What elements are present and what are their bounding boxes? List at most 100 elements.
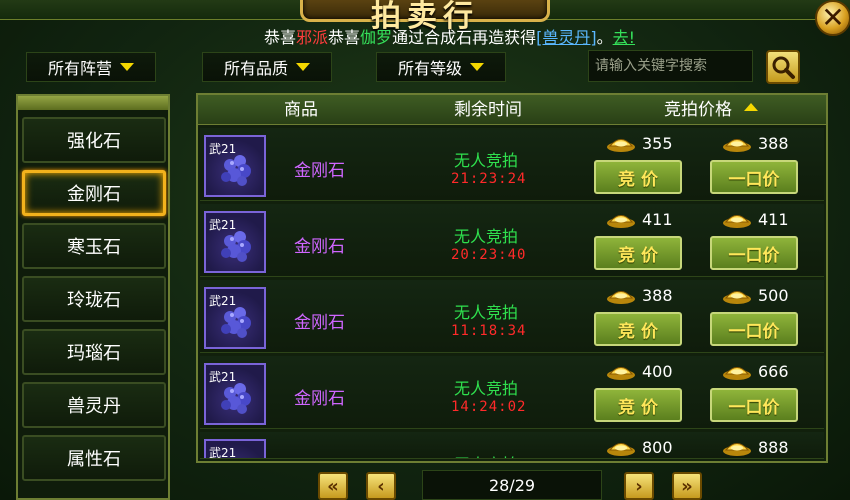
title-plaque: 拍卖行 [300,0,550,34]
bid-button[interactable]: 竞 价 [594,236,682,270]
marquee-item-link[interactable]: [兽灵丹] [536,28,597,47]
bid-status: 无人竞拍 [454,227,519,246]
buyout-button-label: 一口价 [728,397,780,418]
buyout-price: 666 [758,362,789,381]
table-row[interactable]: 武21 金刚石 无人竞拍 14:24:02 400 666 竞 价 一口价 [200,356,824,429]
bid-button[interactable]: 竞 价 [594,312,682,346]
remaining-time: 11:18:34 [451,323,527,339]
gem-icon [221,307,251,338]
last-page-icon: » [681,475,693,497]
last-page-button[interactable]: » [672,472,702,500]
gold-ingot-icon [723,291,751,304]
gold-ingot-icon [723,139,751,152]
marquee-text: 恭喜 [264,28,297,47]
faction-dropdown[interactable]: 所有阵营 [26,52,156,82]
page-indicator: 28/29 [422,470,602,500]
gold-ingot-icon [723,443,751,456]
sidebar-item-label: 寒玉石 [67,237,121,258]
sidebar-item-shuxingshi[interactable]: 属性石 [22,435,166,481]
sidebar-item-label: 兽灵丹 [67,396,121,417]
item-icon[interactable]: 武21 [204,287,266,349]
buyout-price-ingot [722,211,752,233]
gold-ingot-icon [607,443,635,456]
item-icon[interactable]: 武21 [204,363,266,425]
sidebar-item-linglongshi[interactable]: 玲珑石 [22,276,166,322]
next-page-icon: › [635,475,643,497]
table-row[interactable]: 武21 金刚石 无人竞拍 20:23:40 411 411 竞 价 一口价 [200,204,824,277]
bid-status: 无人竞拍 [454,379,519,398]
faction-dropdown-label: 所有阵营 [47,59,112,78]
item-icon[interactable]: 武21 [204,439,266,458]
sidebar-item-jingangshi[interactable]: 金刚石 [22,170,166,216]
bid-price: 355 [642,134,673,153]
gold-ingot-icon [607,367,635,380]
sidebar-item-manaoshi[interactable]: 玛瑙石 [22,329,166,375]
buyout-price: 888 [758,438,789,457]
item-icon[interactable]: 武21 [204,135,266,197]
item-name: 金刚石 [294,161,345,181]
quality-dropdown-label: 所有品质 [223,59,288,78]
search-button[interactable] [766,50,800,84]
buyout-button[interactable]: 一口价 [710,236,798,270]
buyout-button-label: 一口价 [728,245,780,266]
item-icon[interactable]: 武21 [204,211,266,273]
table-row[interactable]: 武21 金刚石 无人竞拍 11:18:34 388 500 竞 价 一口价 [200,280,824,353]
bid-button[interactable]: 竞 价 [594,160,682,194]
search-input[interactable] [588,50,753,82]
bid-price: 800 [642,438,673,457]
bid-price: 388 [642,286,673,305]
table-row[interactable]: 武21 金刚石 无人竞拍 800 888 竞 价 一口价 [200,432,824,459]
buyout-button[interactable]: 一口价 [710,388,798,422]
marquee-text: 。 [596,28,613,47]
announcement-marquee: 恭喜邪派恭喜伽罗通过合成石再造获得[兽灵丹]。去! [264,24,694,47]
table-row[interactable]: 武21 金刚石 无人竞拍 21:23:24 355 388 竞 价 一口价 [200,128,824,201]
close-icon: ✕ [821,1,845,34]
sidebar-item-label: 属性石 [67,449,121,470]
item-name: 金刚石 [294,237,345,257]
chevron-down-icon [296,63,310,71]
sidebar-item-hanyushi[interactable]: 寒玉石 [22,223,166,269]
gold-ingot-icon [607,215,635,228]
buyout-button[interactable]: 一口价 [710,160,798,194]
column-header-price[interactable]: 竞拍价格 [664,97,732,123]
quality-dropdown[interactable]: 所有品质 [202,52,332,82]
gold-ingot-icon [723,215,751,228]
marquee-faction: 邪派 [296,28,329,47]
marquee-text: 通过合成石再造获得 [392,28,537,47]
buyout-price-ingot [722,287,752,309]
sidebar-item-label: 金刚石 [67,184,121,205]
marquee-go-link[interactable]: 去! [613,28,635,47]
column-header-time[interactable]: 剩余时间 [454,97,522,123]
buyout-button-label: 一口价 [728,169,780,190]
bid-price: 400 [642,362,673,381]
sidebar-item-label: 强化石 [67,131,121,152]
sidebar-item-shoulingdan[interactable]: 兽灵丹 [22,382,166,428]
chevron-down-icon [470,63,484,71]
close-button[interactable]: ✕ [815,0,850,36]
first-page-button[interactable]: « [318,472,348,500]
bid-button-label: 竞 价 [618,245,658,266]
bid-button-label: 竞 价 [618,321,658,342]
prev-page-icon: ‹ [377,475,385,497]
marquee-player: 伽罗 [360,28,393,47]
gem-icon [221,155,251,186]
bid-button[interactable]: 竞 价 [594,388,682,422]
sidebar-item-qianghuashi[interactable]: 强化石 [22,117,166,163]
sidebar-header [18,96,168,110]
bid-price-ingot [606,363,636,385]
chevron-down-icon [120,63,134,71]
bid-price-ingot [606,439,636,458]
buyout-button[interactable]: 一口价 [710,312,798,346]
gold-ingot-icon [723,367,751,380]
gem-icon [221,231,251,262]
bid-button-label: 竞 价 [618,397,658,418]
level-dropdown[interactable]: 所有等级 [376,52,506,82]
prev-page-button[interactable]: ‹ [366,472,396,500]
bid-status: 无人竞拍 [454,451,518,458]
bid-price-ingot [606,211,636,233]
remaining-time: 14:24:02 [451,399,527,415]
sort-ascending-icon[interactable] [744,103,758,111]
search-icon [772,56,795,79]
buyout-price-ingot [722,363,752,385]
next-page-button[interactable]: › [624,472,654,500]
